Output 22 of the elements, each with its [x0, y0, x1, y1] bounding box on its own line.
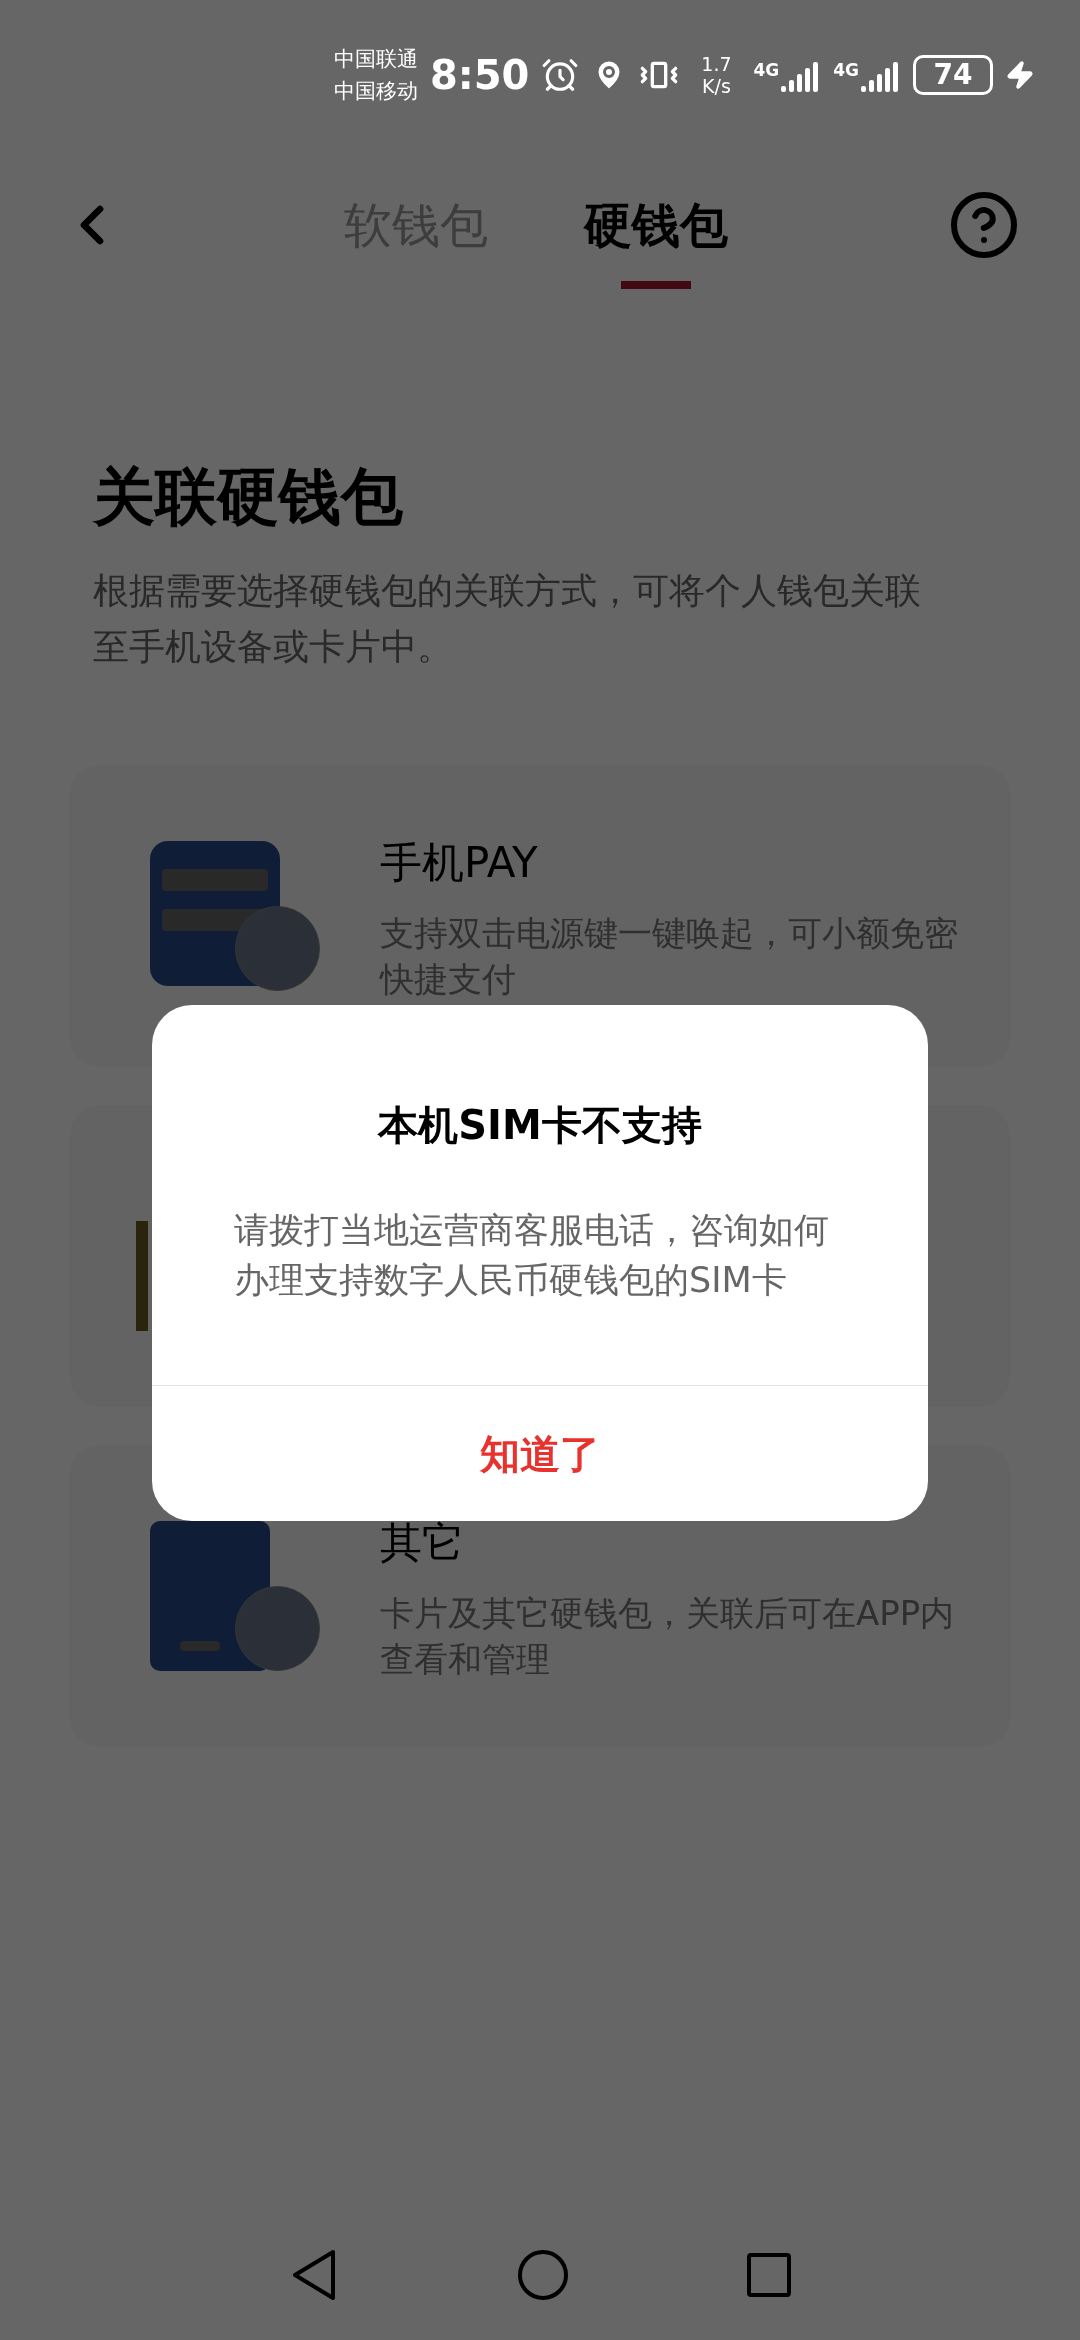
option-title: 手机PAY: [380, 836, 539, 889]
network-speed: 1.7 K/s: [700, 53, 733, 97]
home-nav-icon[interactable]: [518, 2250, 568, 2300]
dialog-title: 本机SIM卡不支持: [376, 1101, 703, 1150]
dialog-message: 请拨打当地运营商客服电话，咨询如何办理支持数字人民币硬钱包的SIM卡: [233, 1209, 830, 1302]
network-type: 4G: [753, 59, 780, 82]
recents-nav-icon[interactable]: [746, 2253, 791, 2297]
page-description: 根据需要选择硬钱包的关联方式，可将个人钱包关联至手机设备或卡片中。: [92, 569, 922, 669]
tab-indicator: [621, 281, 691, 289]
charging-icon: [1005, 60, 1035, 90]
network-type: 4G: [833, 59, 859, 82]
sim-card-icon: [136, 1221, 148, 1331]
battery-level: 74: [913, 55, 993, 95]
carrier-name: 中国移动: [333, 78, 418, 105]
carrier-name: 中国联通: [333, 46, 418, 73]
alarm-icon: [541, 56, 580, 94]
wallet-icon: [150, 841, 320, 991]
help-icon[interactable]: [948, 189, 1020, 261]
page-title: 关联硬钱包: [91, 459, 404, 535]
card-icon: [150, 1521, 320, 1671]
tab[interactable]: 硬钱包: [584, 189, 728, 261]
clock-time: 8:50: [429, 51, 530, 100]
